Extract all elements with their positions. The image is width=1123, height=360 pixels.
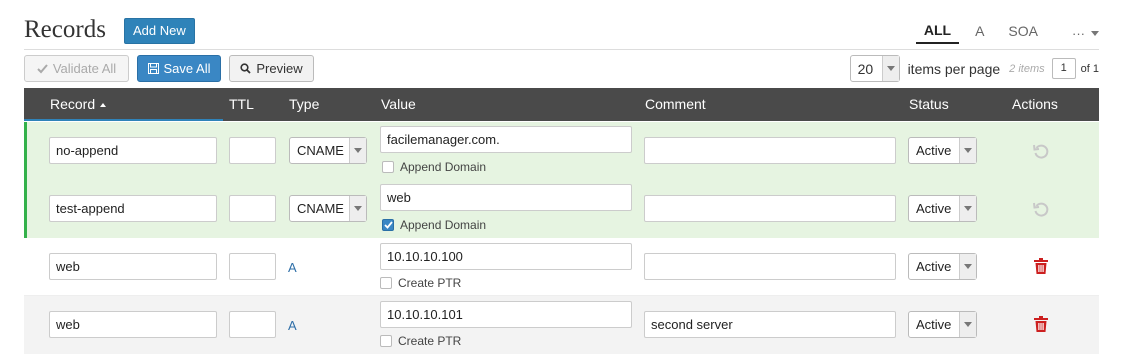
status-select-value: Active [916,317,952,332]
column-header-type: Type [289,96,320,112]
comment-input[interactable] [644,253,896,280]
type-select[interactable]: CNAME [289,195,367,222]
record-name-input[interactable]: web [49,311,217,338]
type-link[interactable]: A [288,260,297,275]
record-type-tabs: ALL A SOA ··· [908,22,1099,44]
ttl-input[interactable] [229,137,276,164]
search-icon [240,63,252,74]
append-domain-checkbox[interactable]: Append Domain [382,160,486,174]
checkbox-label: Create PTR [398,334,462,348]
preview-button[interactable]: Preview [229,55,314,82]
checkbox[interactable] [382,161,394,173]
chevron-down-icon [349,196,366,221]
preview-label: Preview [256,61,303,76]
chevron-down-icon [349,138,366,163]
pagination: 20 items per page 2 items 1 of 1 [849,55,1099,82]
status-select[interactable]: Active [908,253,977,280]
more-tabs-label: ··· [1072,25,1085,41]
record-column-label: Record [50,96,96,112]
status-select[interactable]: Active [908,311,977,338]
column-header-value: Value [381,96,416,112]
revert-icon[interactable] [1031,199,1051,219]
more-tabs-dropdown[interactable]: ··· [1072,26,1099,41]
page-number-input[interactable]: 1 [1051,58,1076,79]
comment-input[interactable] [644,137,896,164]
create-ptr-checkbox[interactable]: Create PTR [380,334,461,348]
add-new-button[interactable]: Add New [124,18,195,44]
column-header-comment: Comment [645,96,706,112]
items-per-page-label: items per page [907,60,1001,77]
table-row: test-append CNAME web Append Domain Acti… [24,180,1099,238]
trash-icon[interactable] [1031,314,1051,334]
column-header-ttl: TTL [229,96,254,112]
page-title: Records [24,16,106,43]
status-select-value: Active [916,201,952,216]
type-select-value: CNAME [297,143,344,158]
status-select[interactable]: Active [908,137,977,164]
chevron-down-icon [881,56,899,81]
status-select[interactable]: Active [908,195,977,222]
ttl-input[interactable] [229,195,276,222]
record-name-input[interactable]: web [49,253,217,280]
ttl-input[interactable] [229,311,276,338]
record-name-input[interactable]: no-append [49,137,217,164]
checkbox[interactable] [380,335,392,347]
column-header-actions: Actions [1012,96,1058,112]
chevron-down-icon [1091,30,1099,36]
page-total: of 1 [1080,62,1099,75]
chevron-down-icon [959,138,976,163]
chevron-down-icon [959,312,976,337]
comment-input[interactable] [644,195,896,222]
chevron-down-icon [959,254,976,279]
ttl-input[interactable] [229,253,276,280]
status-select-value: Active [916,259,952,274]
save-icon [147,63,159,74]
value-input[interactable]: 10.10.10.100 [380,243,632,270]
checkbox-label: Append Domain [400,218,487,232]
tab-a[interactable]: A [967,23,992,43]
column-header-status: Status [909,96,949,112]
table-row: web A 10.10.10.101 Create PTR second ser… [24,296,1099,354]
validate-all-button[interactable]: Validate All [24,55,129,82]
status-select-value: Active [916,143,952,158]
table-row: no-append CNAME facilemanager.com. Appen… [24,122,1099,180]
value-input[interactable]: 10.10.10.101 [380,301,632,328]
trash-icon[interactable] [1031,256,1051,276]
page-header: Records Add New ALL A SOA ··· [24,14,1099,50]
column-header-record[interactable]: Record [24,88,223,121]
append-domain-checkbox[interactable]: Append Domain [382,218,486,232]
value-input[interactable]: web [380,184,632,211]
validate-all-label: Validate All [52,61,117,76]
item-count: 2 items [1009,62,1045,75]
value-input[interactable]: facilemanager.com. [380,126,632,153]
table-row: web A 10.10.10.100 Create PTR Active [24,238,1099,296]
check-icon [37,63,48,73]
items-per-page-value: 20 [857,60,874,77]
type-select-value: CNAME [297,201,344,216]
record-name-input[interactable]: test-append [49,195,217,222]
sort-ascending-icon [100,103,107,108]
chevron-down-icon [959,196,976,221]
checkbox-label: Create PTR [398,276,462,290]
tab-all[interactable]: ALL [915,22,960,44]
checkbox-label: Append Domain [400,160,487,174]
revert-icon[interactable] [1031,141,1051,161]
type-link[interactable]: A [288,318,297,333]
comment-input[interactable]: second server [644,311,896,338]
toolbar: Validate All Save All Preview 20 items p… [24,55,1099,83]
save-all-button[interactable]: Save All [137,55,221,82]
items-per-page-select[interactable]: 20 [849,55,900,82]
save-all-label: Save All [163,61,211,76]
create-ptr-checkbox[interactable]: Create PTR [380,276,461,290]
tab-soa[interactable]: SOA [1000,23,1046,43]
type-select[interactable]: CNAME [289,137,367,164]
checkbox[interactable] [380,277,392,289]
checkbox-checked[interactable] [382,219,394,231]
table-header: Record TTL Type Value Comment Status Act… [24,88,1099,121]
